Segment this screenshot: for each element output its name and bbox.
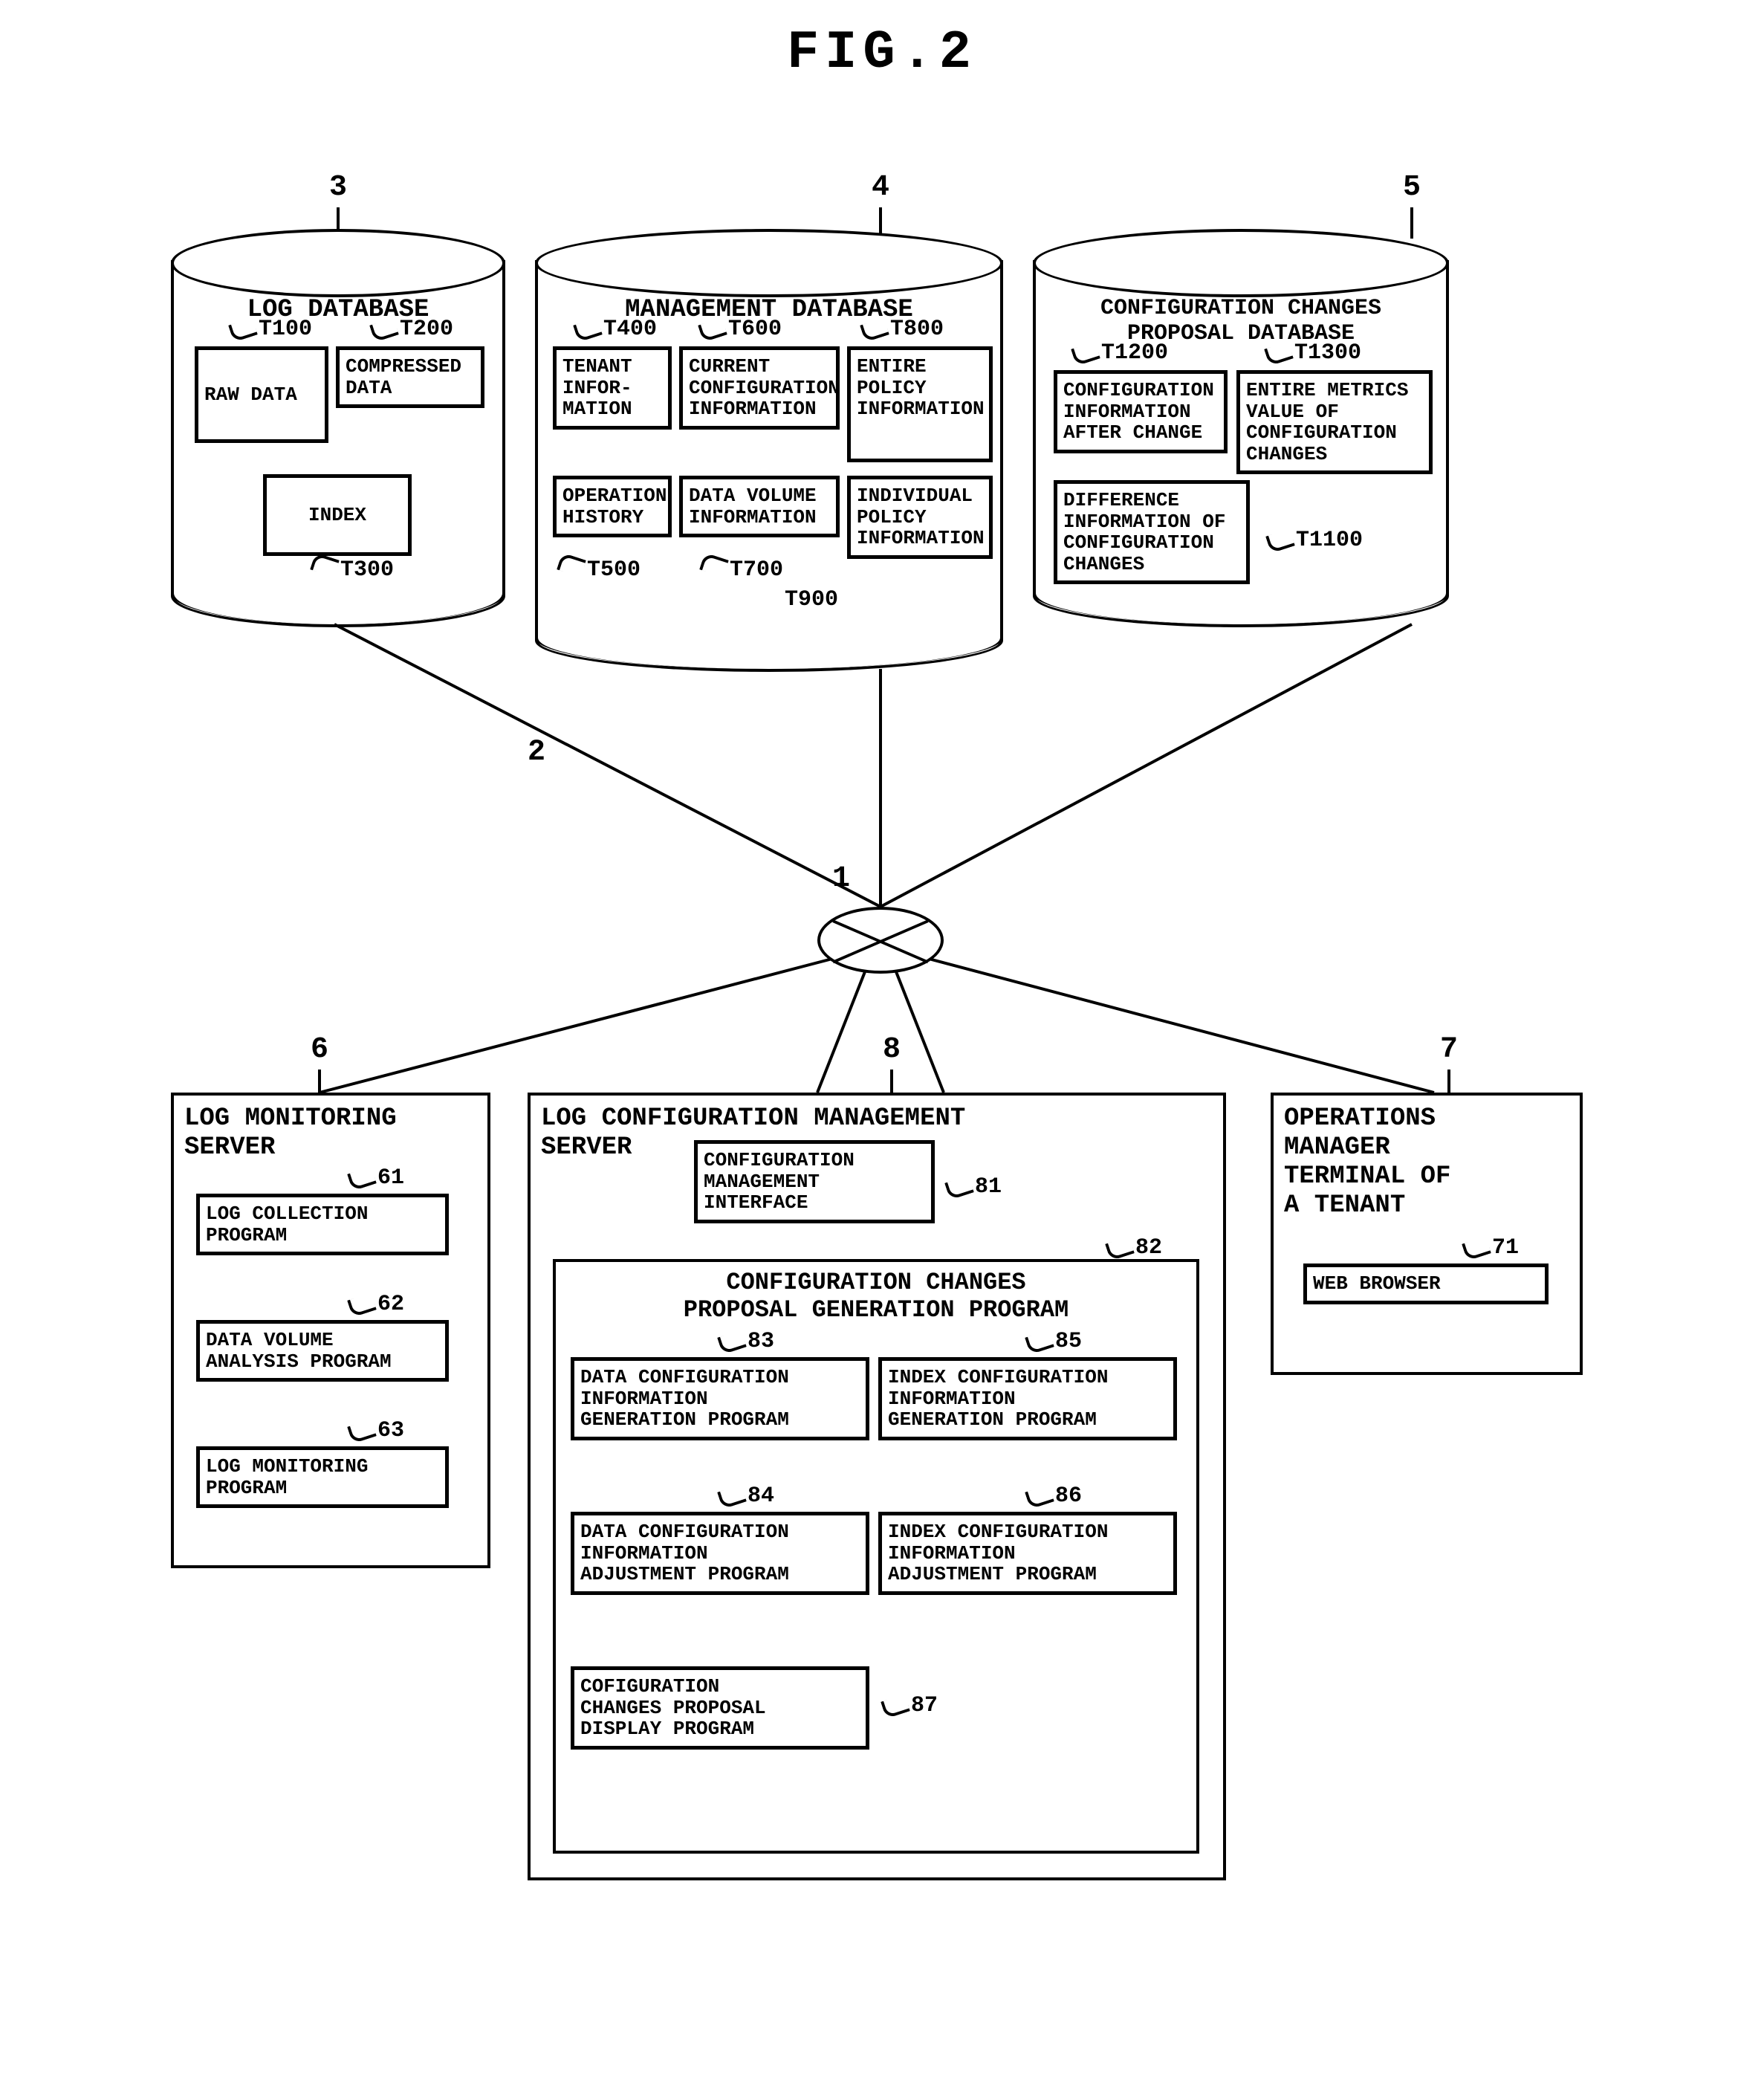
group-config-changes-proposal: CONFIGURATION CHANGES PROPOSAL GENERATIO… xyxy=(553,1259,1199,1854)
ref-db-prop-num: 5 xyxy=(1403,171,1421,204)
ref-T800: T800 xyxy=(862,317,944,342)
prog-log-collection: LOG COLLECTION PROGRAM xyxy=(196,1194,449,1255)
ref-T1200: T1200 xyxy=(1073,340,1168,366)
prog-index-config-adj: INDEX CONFIGURATION INFORMATION ADJUSTME… xyxy=(878,1512,1177,1595)
item-index: INDEX xyxy=(263,474,412,556)
ref-T300: T300 xyxy=(312,557,394,583)
item-web-browser: WEB BROWSER xyxy=(1303,1263,1549,1304)
db-log: LOG DATABASE T100 T200 RAW DATA COMPRESS… xyxy=(171,260,505,624)
ref-83: 83 xyxy=(719,1329,774,1354)
ref-db-mgmt: 4 xyxy=(858,171,903,239)
ref-term-num: 7 xyxy=(1440,1033,1458,1067)
ref-T100: T100 xyxy=(230,317,312,342)
network-hub-icon xyxy=(817,907,944,974)
ref-T200: T200 xyxy=(372,317,453,342)
diagram-page: FIG.2 3 4 5 LOG DATABASE T100 T200 RAW D… xyxy=(22,22,1742,83)
ref-62: 62 xyxy=(349,1292,404,1317)
prog-data-config-adj: DATA CONFIGURATION INFORMATION ADJUSTMEN… xyxy=(571,1512,869,1595)
ref-61: 61 xyxy=(349,1165,404,1191)
item-current-config: CURRENT CONFIGURATION INFORMATION xyxy=(679,346,840,430)
ref-net: 2 xyxy=(528,736,545,769)
item-metrics-value: ENTIRE METRICS VALUE OF CONFIGURATION CH… xyxy=(1236,370,1433,474)
item-entire-policy: ENTIRE POLICY INFORMATION xyxy=(847,346,993,462)
item-individual-policy: INDIVIDUAL POLICY INFORMATION xyxy=(847,476,993,559)
prog-log-monitoring: LOG MONITORING PROGRAM xyxy=(196,1446,449,1508)
ref-84: 84 xyxy=(719,1483,774,1509)
ref-db-mgmt-num: 4 xyxy=(872,171,889,204)
ref-85: 85 xyxy=(1027,1329,1082,1354)
ref-63: 63 xyxy=(349,1418,404,1443)
ref-T700: T700 xyxy=(701,557,783,583)
item-compressed-data: COMPRESSED DATA xyxy=(336,346,484,408)
ref-T900: T900 xyxy=(785,587,838,612)
item-config-after-change: CONFIGURATION INFORMATION AFTER CHANGE xyxy=(1054,370,1228,453)
figure-title: FIG.2 xyxy=(22,22,1742,83)
group-title: CONFIGURATION CHANGES PROPOSAL GENERATIO… xyxy=(565,1269,1187,1324)
ref-term: 7 xyxy=(1427,1033,1471,1101)
item-tenant-info: TENANT INFOR- MATION xyxy=(553,346,672,430)
prog-data-config-gen: DATA CONFIGURATION INFORMATION GENERATIO… xyxy=(571,1357,869,1440)
prog-config-mgmt-iface: CONFIGURATION MANAGEMENT INTERFACE xyxy=(694,1140,935,1223)
db-prop: CONFIGURATION CHANGES PROPOSAL DATABASE … xyxy=(1033,260,1449,624)
ref-srv-log: 6 xyxy=(297,1033,342,1101)
ref-srv-log-num: 6 xyxy=(311,1033,328,1067)
ref-T1300: T1300 xyxy=(1266,340,1361,366)
prog-data-volume-analysis: DATA VOLUME ANALYSIS PROGRAM xyxy=(196,1320,449,1382)
ref-82: 82 xyxy=(1107,1235,1162,1261)
db-mgmt: MANAGEMENT DATABASE T400 T600 T800 TENAN… xyxy=(535,260,1003,669)
item-raw-data: RAW DATA xyxy=(195,346,328,443)
prog-index-config-gen: INDEX CONFIGURATION INFORMATION GENERATI… xyxy=(878,1357,1177,1440)
ref-87: 87 xyxy=(883,1693,938,1718)
ref-srv-cfg-num: 8 xyxy=(883,1033,901,1067)
db-prop-title: CONFIGURATION CHANGES PROPOSAL DATABASE xyxy=(1048,296,1434,346)
item-diff-info: DIFFERENCE INFORMATION OF CONFIGURATION … xyxy=(1054,480,1250,584)
ref-81: 81 xyxy=(947,1174,1002,1200)
srv-config-mgmt: LOG CONFIGURATION MANAGEMENT SERVER CONF… xyxy=(528,1093,1226,1880)
terminal-tenant: OPERATIONS MANAGER TERMINAL OF A TENANT … xyxy=(1271,1093,1583,1375)
ref-T500: T500 xyxy=(559,557,641,583)
ref-T400: T400 xyxy=(575,317,657,342)
ref-db-prop: 5 xyxy=(1390,171,1434,239)
ref-T1100: T1100 xyxy=(1268,528,1363,553)
srv-log-monitoring: LOG MONITORING SERVER 61 LOG COLLECTION … xyxy=(171,1093,490,1568)
ref-86: 86 xyxy=(1027,1483,1082,1509)
ref-db-log-num: 3 xyxy=(329,171,347,204)
term-title: OPERATIONS MANAGER TERMINAL OF A TENANT xyxy=(1284,1104,1569,1220)
item-data-volume: DATA VOLUME INFORMATION xyxy=(679,476,840,537)
prog-config-changes-display: COFIGURATION CHANGES PROPOSAL DISPLAY PR… xyxy=(571,1666,869,1750)
ref-hub: 1 xyxy=(832,862,850,896)
ref-71: 71 xyxy=(1464,1235,1519,1261)
item-op-history: OPERATION HISTORY xyxy=(553,476,672,537)
ref-srv-cfg: 8 xyxy=(869,1033,914,1101)
srv-log-title: LOG MONITORING SERVER xyxy=(184,1104,477,1162)
ref-T600: T600 xyxy=(700,317,782,342)
